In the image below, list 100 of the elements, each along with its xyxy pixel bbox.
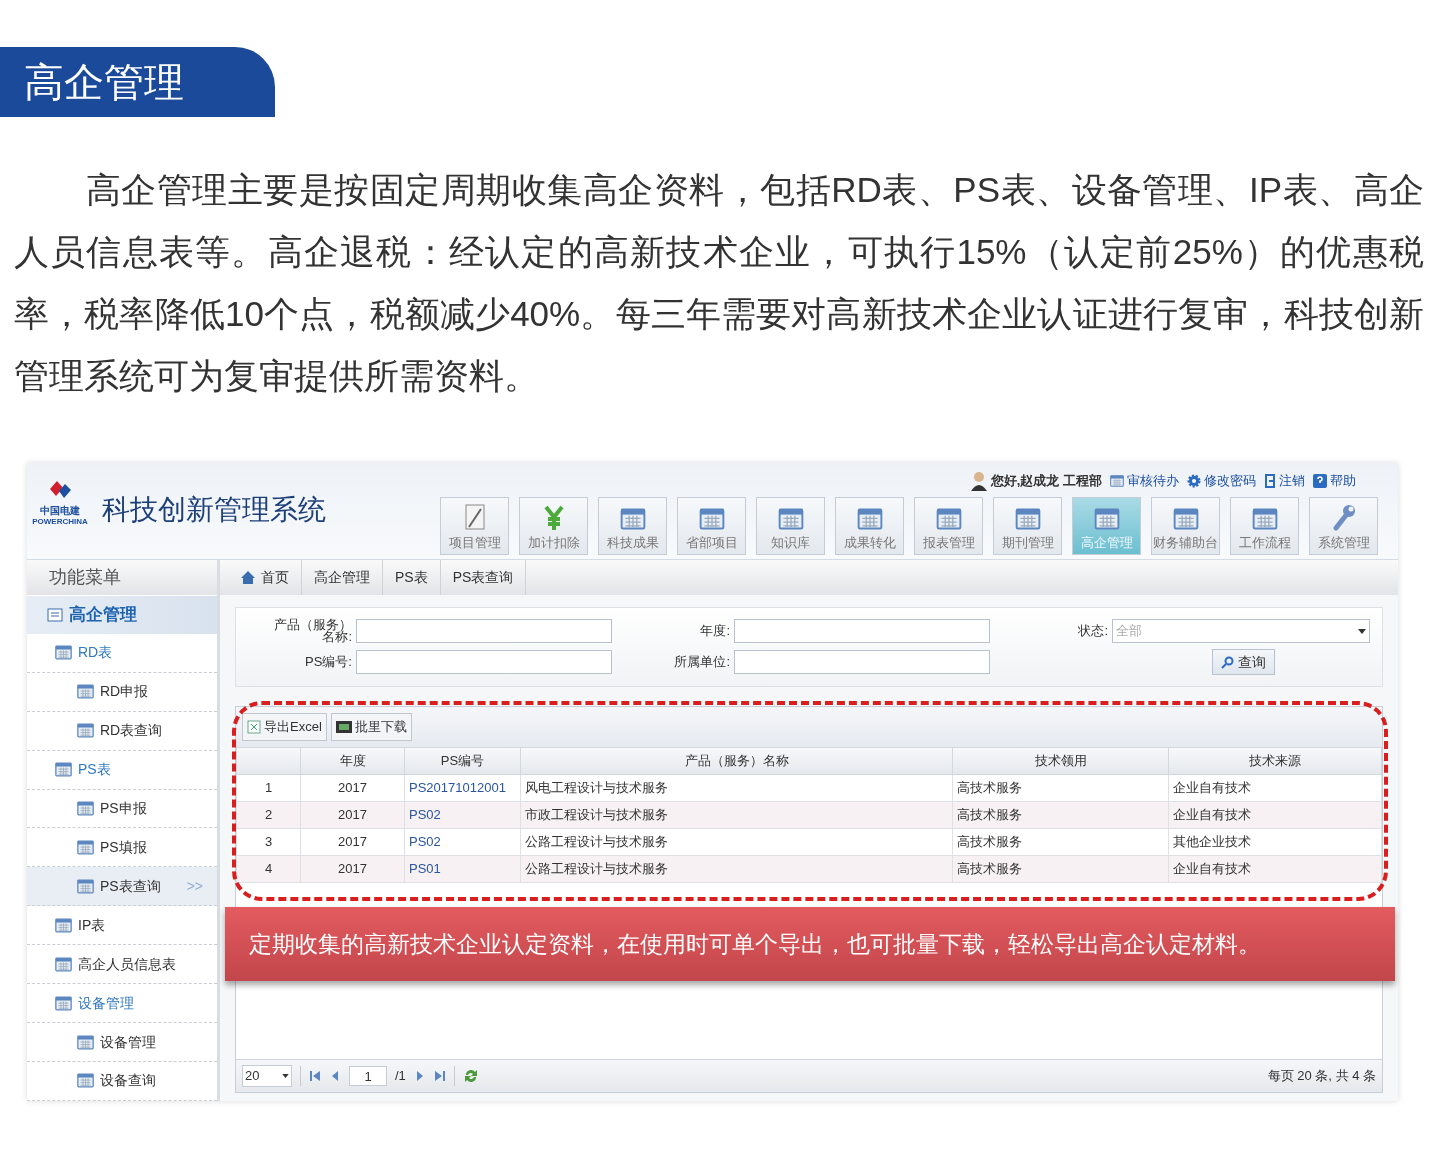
table-cell: 高技术服务: [952, 801, 1169, 829]
search-button[interactable]: 查询: [1212, 649, 1275, 675]
table-icon: [77, 877, 94, 895]
column-header: 年度: [300, 747, 405, 775]
sidebar-section[interactable]: 高企管理: [27, 595, 217, 634]
header-link[interactable]: 审核待办: [1127, 471, 1179, 491]
section-heading: 高企管理: [0, 47, 275, 117]
table-icon: [77, 722, 94, 740]
sidebar-item[interactable]: 设备查询: [27, 1062, 217, 1101]
column-header: 产品（服务）名称: [520, 747, 953, 775]
table-icon: [77, 683, 94, 701]
sidebar-item[interactable]: 高企人员信息表: [27, 945, 217, 985]
table-icon: [1251, 506, 1278, 531]
nav-button[interactable]: 项目管理: [440, 497, 509, 555]
table-cell: 风电工程设计与技术服务: [520, 774, 953, 802]
field-label: 产品（服务）名称:: [273, 619, 353, 643]
table-icon: [55, 994, 72, 1012]
column-header: 技术领用: [952, 747, 1169, 775]
header-link[interactable]: 注销: [1279, 471, 1305, 491]
table-icon: [77, 1033, 94, 1051]
table-cell: 其他企业技术: [1168, 828, 1382, 856]
input-field[interactable]: [356, 619, 612, 643]
table-icon: [777, 506, 804, 531]
wrench-icon: [1331, 502, 1356, 531]
sidebar-title: 功能菜单: [27, 560, 217, 595]
table-cell: 企业自有技术: [1168, 801, 1382, 829]
sidebar-item[interactable]: 设备管理: [27, 1023, 217, 1062]
export-button[interactable]: 导出Excel: [242, 713, 327, 741]
user-greeting: 您好,赵成龙 工程部: [990, 472, 1102, 491]
nav-button[interactable]: 成果转化: [835, 497, 904, 555]
table-cell: PS20171012001: [404, 774, 521, 802]
nav-button[interactable]: 省部项目: [677, 497, 746, 555]
row-number: 3: [236, 828, 301, 856]
nav-button[interactable]: 期刊管理: [993, 497, 1062, 555]
sidebar-item[interactable]: RD表查询: [27, 711, 217, 751]
search-icon: [1221, 655, 1234, 669]
table-icon: [1110, 474, 1124, 488]
sidebar-item[interactable]: PS表: [27, 750, 217, 790]
first-page-icon: [309, 1070, 321, 1082]
page-size-select[interactable]: 20: [242, 1065, 292, 1087]
last-page-icon: [433, 1070, 446, 1082]
field-label: 状态:: [1077, 625, 1109, 637]
sidebar-item[interactable]: 设备管理: [27, 984, 217, 1024]
callout-banner: 定期收集的高新技术企业认定资料，在使用时可单个导出，也可批量下载，轻松导出高企认定材料。: [225, 907, 1395, 981]
page-total: /1: [395, 1067, 406, 1086]
logo-text: 中国电建: [40, 505, 80, 517]
refresh-icon: [462, 1068, 479, 1084]
table-icon: [55, 761, 72, 779]
logo-subtext: POWERCHINA: [32, 517, 88, 526]
table-icon: [77, 800, 94, 817]
table-icon: [55, 916, 72, 934]
page-summary: 每页 20 条, 共 4 条: [1267, 1067, 1376, 1086]
row-number: 1: [236, 774, 301, 802]
sidebar-item[interactable]: PS表查询 >>: [27, 867, 217, 907]
table-cell: 2017: [300, 828, 405, 856]
nav-button[interactable]: 报表管理: [914, 497, 983, 555]
person-icon: [969, 471, 988, 491]
table-cell: 2017: [300, 774, 405, 802]
table-icon: [55, 644, 72, 662]
help-icon: [1313, 474, 1327, 488]
sidebar-item[interactable]: IP表: [27, 906, 217, 946]
sidebar-item[interactable]: RD申报: [27, 672, 217, 712]
table-icon: [1172, 506, 1199, 531]
input-field[interactable]: [734, 650, 990, 674]
chevron-icon: >>: [186, 875, 204, 897]
input-field[interactable]: [356, 650, 612, 674]
table-cell: 2017: [300, 801, 405, 829]
gear-icon: [1187, 474, 1201, 488]
nav-button[interactable]: 财务辅助台: [1151, 497, 1220, 555]
table-icon: [619, 506, 646, 531]
table-cell: 高技术服务: [952, 855, 1169, 883]
column-header: 技术来源: [1168, 747, 1382, 775]
list-icon: [47, 607, 63, 622]
home-icon: [240, 570, 256, 585]
table-cell: PS02: [404, 801, 521, 829]
field-label: 所属单位:: [673, 656, 731, 668]
nav-button[interactable]: 工作流程: [1230, 497, 1299, 555]
archive-icon: [335, 720, 352, 734]
sidebar-item[interactable]: RD表: [27, 633, 217, 673]
page-input[interactable]: 1: [349, 1066, 387, 1086]
field-label: 年度:: [699, 625, 731, 637]
table-icon: [856, 506, 883, 531]
table-cell: 市政工程设计与技术服务: [520, 801, 953, 829]
sidebar-item[interactable]: PS申报: [27, 789, 217, 829]
table-icon: [1014, 506, 1041, 531]
nav-button[interactable]: 科技成果: [598, 497, 667, 555]
table-icon: [55, 955, 72, 973]
yen-icon: [542, 504, 565, 531]
table-cell: PS02: [404, 828, 521, 856]
input-field[interactable]: [734, 619, 990, 643]
header-link[interactable]: 帮助: [1330, 471, 1356, 491]
table-icon: [935, 506, 962, 531]
field-label: PS编号:: [304, 656, 353, 668]
nav-button[interactable]: 加计扣除: [519, 497, 588, 555]
dropdown-icon: [1358, 628, 1366, 634]
header-link[interactable]: 修改密码: [1204, 471, 1256, 491]
nav-button[interactable]: 知识库: [756, 497, 825, 555]
download-button[interactable]: 批里下载: [330, 713, 412, 741]
system-title: 科技创新管理系统: [102, 493, 326, 527]
nav-button[interactable]: 系统管理: [1309, 497, 1378, 555]
